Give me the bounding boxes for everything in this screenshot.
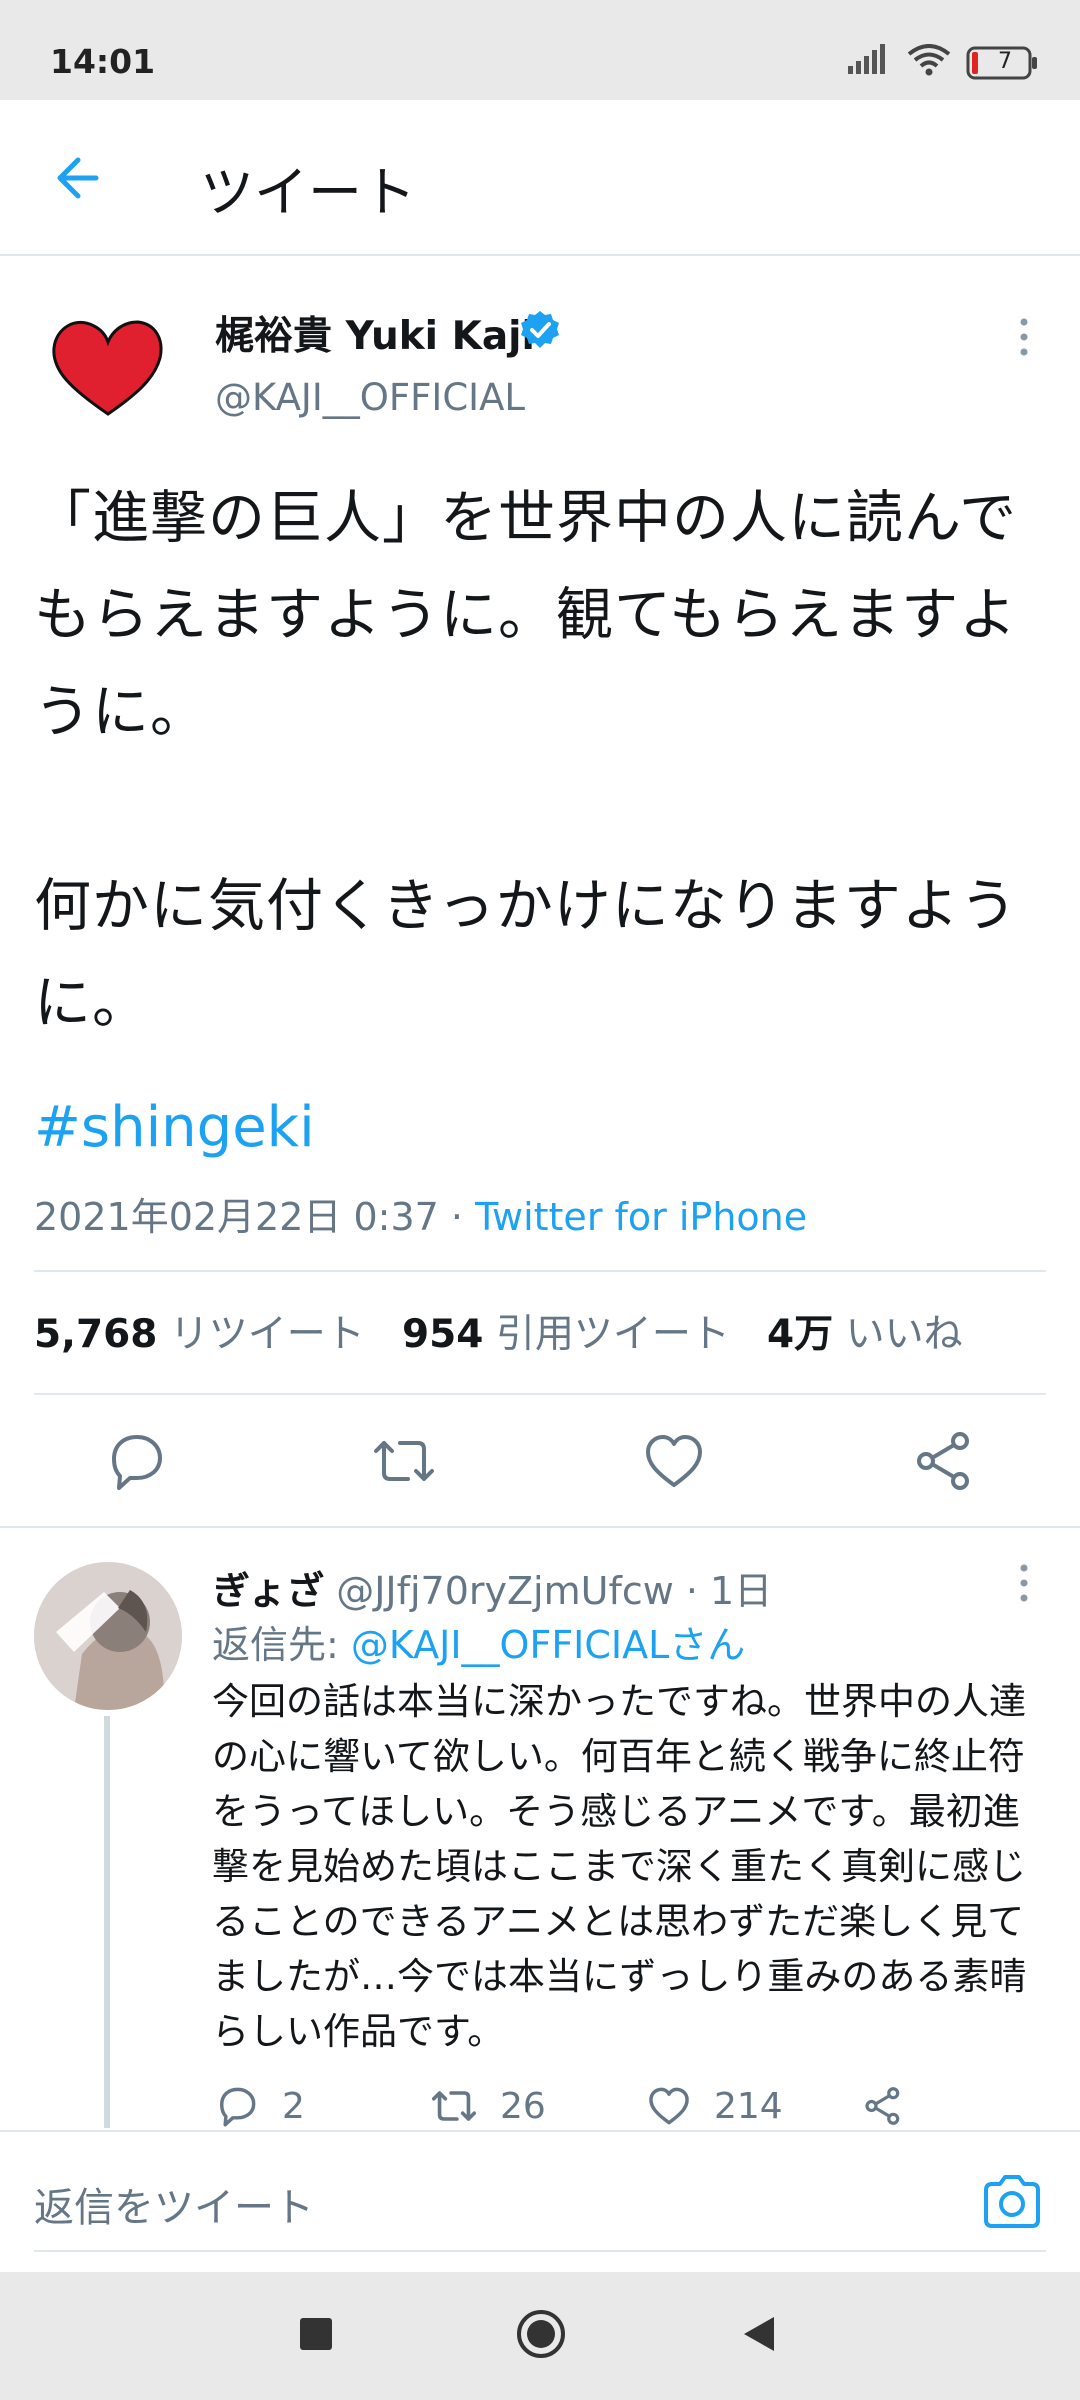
retweets-count: 5,768 <box>34 1312 158 1357</box>
reply-avatar[interactable] <box>34 1562 182 1710</box>
heart-avatar-icon <box>52 320 163 416</box>
arrow-left-icon <box>57 157 99 199</box>
tweet-source-link[interactable]: Twitter for iPhone <box>475 1195 807 1239</box>
reply-retweet-button[interactable]: 26 <box>428 2078 546 2134</box>
quotes-stat[interactable]: 954 引用ツイート <box>402 1312 730 1357</box>
recents-button[interactable] <box>298 2316 334 2352</box>
more-vertical-icon <box>1020 318 1028 356</box>
camera-button[interactable] <box>980 2170 1044 2234</box>
triangle-left-icon <box>744 2317 774 2351</box>
share-button[interactable] <box>908 1425 980 1497</box>
camera-icon <box>984 2175 1040 2228</box>
quotes-count: 954 <box>402 1312 484 1357</box>
tweet-stats: 5,768 リツイート 954 引用ツイート 4万 いいね <box>34 1303 963 1359</box>
divider <box>0 1526 1080 1528</box>
reply-share-button[interactable] <box>860 2078 926 2134</box>
retweets-stat[interactable]: 5,768 リツイート <box>34 1312 365 1357</box>
reply-count: 2 <box>282 2085 305 2127</box>
home-button[interactable] <box>515 2308 567 2360</box>
quotes-label: 引用ツイート <box>495 1312 730 1357</box>
reply-reply-button[interactable]: 2 <box>212 2078 305 2134</box>
like-icon <box>649 2087 689 2125</box>
like-count: 214 <box>714 2085 783 2127</box>
battery-icon: 7 <box>966 46 1038 84</box>
retweet-icon <box>431 2091 477 2121</box>
author-name[interactable]: 梶裕貴 Yuki Kaji <box>215 305 535 361</box>
reply-author-handle[interactable]: @JJfj70ryZjmUfcw <box>336 1569 674 1613</box>
author-handle[interactable]: @KAJI__OFFICIAL <box>215 376 525 419</box>
more-options-button[interactable] <box>1008 312 1040 362</box>
reply-icon <box>112 1435 162 1490</box>
likes-label: いいね <box>845 1312 963 1357</box>
reply-text: 今回の話は本当に深かったですね。世界中の人達の心に響いて欲しい。何百年と続く戦争… <box>212 1680 1027 2053</box>
replying-to-prefix: 返信先: <box>212 1623 351 1667</box>
replying-to-handle[interactable]: @KAJI__OFFICIALさん <box>351 1623 745 1667</box>
retweet-icon <box>374 1441 434 1481</box>
reply-like-button[interactable]: 214 <box>644 2078 783 2134</box>
thread-line <box>104 1716 110 2128</box>
tweet-text: 「進撃の巨人」を世界中の人に読んでもらえますように。観てもらえますように。 何か… <box>34 485 1018 1036</box>
meta-separator: · <box>438 1195 476 1239</box>
retweet-count: 26 <box>500 2085 546 2127</box>
square-icon <box>300 2318 332 2350</box>
circle-icon <box>517 2310 565 2358</box>
reply-compose-input[interactable]: 返信をツイート <box>34 2175 314 2233</box>
app-header <box>0 100 1080 256</box>
verified-badge-icon <box>521 311 559 348</box>
battery-level: 7 <box>998 49 1012 74</box>
like-icon <box>646 1435 702 1487</box>
reply-age: · 1日 <box>673 1569 773 1613</box>
share-icon <box>865 2087 900 2125</box>
signal-icon <box>848 44 885 74</box>
status-time: 14:01 <box>50 42 156 81</box>
divider <box>34 1393 1046 1395</box>
back-button[interactable] <box>48 148 108 208</box>
reply-header: ぎょざ @JJfj70ryZjmUfcw · 1日 <box>212 1560 772 1615</box>
tweet-meta: 2021年02月22日 0:37 · Twitter for iPhone <box>34 1186 807 1241</box>
likes-count: 4万 <box>767 1312 834 1357</box>
reply-author-name[interactable]: ぎょざ <box>212 1569 324 1613</box>
system-back-button[interactable] <box>740 2315 778 2353</box>
like-button[interactable] <box>638 1425 710 1497</box>
wifi-icon <box>907 44 951 76</box>
tweet-timestamp: 2021年02月22日 0:37 <box>34 1195 439 1239</box>
reply-button[interactable] <box>100 1425 172 1497</box>
page-title: ツイート <box>200 161 416 224</box>
author-avatar[interactable] <box>50 318 166 418</box>
retweet-button[interactable] <box>368 1425 440 1497</box>
retweets-label: リツイート <box>169 1312 365 1357</box>
compose-underline <box>34 2250 1046 2252</box>
divider <box>34 1270 1046 1272</box>
more-vertical-icon <box>1020 1564 1028 1602</box>
share-icon <box>917 1432 969 1490</box>
reply-more-options-button[interactable] <box>1008 1558 1040 1608</box>
replying-to: 返信先: @KAJI__OFFICIALさん <box>212 1614 745 1669</box>
likes-stat[interactable]: 4万 いいね <box>767 1312 963 1357</box>
reply-icon <box>219 2087 256 2127</box>
hashtag-link[interactable]: #shingeki <box>34 1095 315 1160</box>
